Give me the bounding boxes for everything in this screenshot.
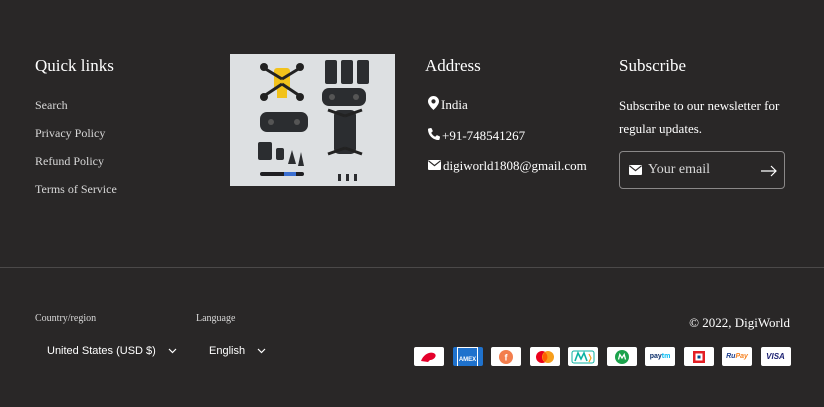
freecharge-payment-icon: f bbox=[491, 347, 521, 366]
address-email: digiworld1808@gmail.com bbox=[428, 158, 587, 174]
footer-link-terms[interactable]: Terms of Service bbox=[35, 181, 117, 209]
envelope-icon bbox=[629, 165, 642, 175]
country-label: Country/region bbox=[35, 313, 97, 324]
country-selector[interactable]: United States (USD $) bbox=[47, 342, 177, 360]
airtel-payment-icon bbox=[414, 347, 444, 366]
language-value: English bbox=[209, 345, 246, 357]
address-location-text: India bbox=[441, 97, 468, 112]
newsletter-form bbox=[619, 151, 785, 189]
language-label: Language bbox=[196, 313, 236, 324]
quick-links-list: Search Privacy Policy Refund Policy Term… bbox=[35, 97, 117, 209]
language-selector[interactable]: English bbox=[209, 342, 266, 360]
payment-icons: AMEX f paytm RuPay VISA bbox=[414, 347, 791, 366]
map-pin-icon bbox=[428, 96, 441, 114]
footer-divider bbox=[0, 267, 824, 268]
visa-payment-icon: VISA bbox=[760, 347, 791, 366]
address-heading: Address bbox=[425, 56, 481, 75]
mastercard-payment-icon bbox=[529, 347, 560, 366]
chevron-down-icon bbox=[168, 348, 177, 354]
address-phone-text: +91-748541267 bbox=[442, 127, 526, 143]
mobikwik-m-payment-icon bbox=[606, 347, 637, 366]
copyright-text: © 2022, DigiWorld bbox=[689, 315, 790, 330]
footer-link-privacy[interactable]: Privacy Policy bbox=[35, 125, 117, 153]
hdfc-payment-icon bbox=[683, 347, 714, 366]
address-phone: +91-748541267 bbox=[428, 127, 525, 144]
newsletter-email-input[interactable] bbox=[648, 162, 758, 178]
rupay-payment-icon: RuPay bbox=[722, 347, 752, 366]
phone-icon bbox=[428, 127, 442, 144]
arrow-right-icon bbox=[761, 165, 777, 177]
envelope-icon bbox=[428, 158, 443, 174]
address-location: India bbox=[428, 96, 468, 114]
paytm-payment-icon: paytm bbox=[645, 347, 675, 366]
quick-links-heading: Quick links bbox=[35, 56, 114, 75]
subscribe-description: Subscribe to our newsletter for regular … bbox=[619, 98, 780, 136]
footer-link-search[interactable]: Search bbox=[35, 97, 117, 125]
footer-link-refund[interactable]: Refund Policy bbox=[35, 153, 117, 181]
footer-product-image bbox=[230, 54, 395, 186]
country-value: United States (USD $) bbox=[47, 345, 156, 357]
mobikwik-payment-icon bbox=[568, 347, 598, 366]
newsletter-submit-button[interactable] bbox=[758, 160, 780, 182]
amex-payment-icon: AMEX bbox=[452, 347, 483, 366]
subscribe-heading: Subscribe bbox=[619, 56, 687, 75]
chevron-down-icon bbox=[257, 348, 266, 354]
address-email-text: digiworld1808@gmail.com bbox=[443, 158, 587, 173]
